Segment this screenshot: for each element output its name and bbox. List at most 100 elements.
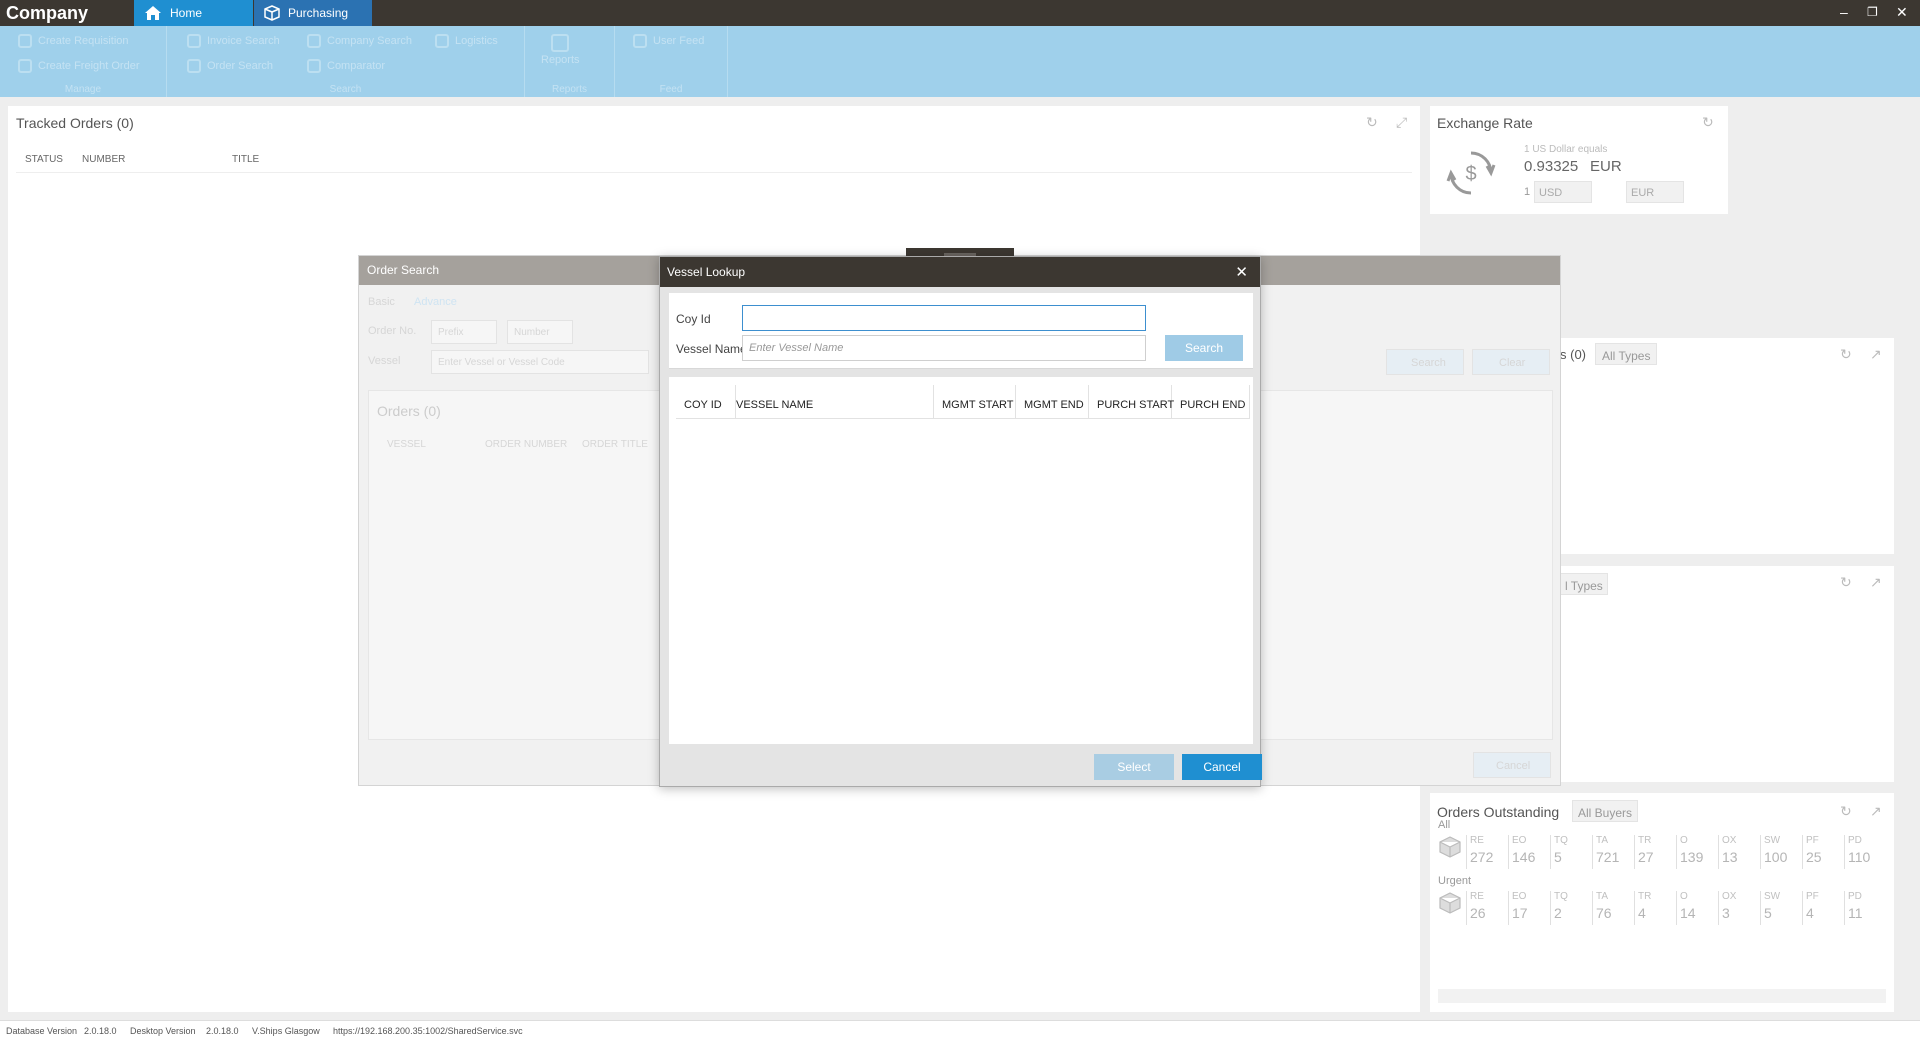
status-code-label: PF (1806, 891, 1819, 902)
create-requisition-button[interactable]: Create Requisition (18, 34, 129, 48)
select-button[interactable]: Select (1094, 754, 1174, 780)
from-currency-select[interactable]: USD (1534, 181, 1592, 203)
status-count-link[interactable]: 5 (1764, 905, 1772, 921)
exchange-rate-panel: Exchange Rate ↻ $ 1 US Dollar equals 0.9… (1430, 106, 1728, 214)
panel-1-title: s (0) (1560, 347, 1586, 362)
logistics-button[interactable]: Logistics (435, 34, 498, 48)
status-code-label: EO (1512, 891, 1527, 902)
invoice-search-button[interactable]: Invoice Search (187, 34, 280, 48)
refresh-icon[interactable]: ↻ (1366, 115, 1380, 129)
buyer-filter[interactable]: All Buyers (1572, 800, 1639, 822)
status-count-link[interactable]: 17 (1512, 905, 1528, 921)
to-currency-select[interactable]: EUR (1626, 181, 1684, 203)
exchange-rate-subtitle: 1 US Dollar equals (1524, 144, 1608, 155)
status-count-link[interactable]: 14 (1680, 905, 1696, 921)
order-clear-button[interactable]: Clear (1472, 349, 1550, 375)
order-search-button[interactable]: Order Search (187, 59, 273, 73)
refresh-icon[interactable]: ↻ (1840, 347, 1854, 361)
ribbon: Create Requisition Create Freight Order … (0, 26, 1920, 97)
order-search-tab-advance[interactable]: Advance (414, 296, 457, 308)
column-header-order-title[interactable]: ORDER TITLE (582, 439, 648, 450)
status-code-label: TA (1596, 835, 1609, 846)
column-header-mgmt-start[interactable]: MGMT START (934, 385, 1016, 419)
horizontal-scrollbar[interactable] (1438, 989, 1886, 1003)
panel-2-type-filter[interactable]: l Types (1560, 573, 1608, 595)
create-freight-order-button[interactable]: Create Freight Order (18, 59, 139, 73)
status-count-link[interactable]: 26 (1470, 905, 1486, 921)
package-icon (1439, 892, 1461, 914)
status-count-link[interactable]: 13 (1722, 849, 1738, 865)
tab-purchasing[interactable]: Purchasing (254, 0, 372, 26)
minimize-icon[interactable]: – (1840, 4, 1848, 20)
status-count-link[interactable]: 2 (1554, 905, 1562, 921)
refresh-icon[interactable]: ↻ (1702, 115, 1716, 129)
status-code-label: RE (1470, 835, 1484, 846)
vessel-name-input[interactable] (742, 335, 1146, 361)
order-search-tab-basic[interactable]: Basic (368, 296, 395, 308)
company-search-button[interactable]: Company Search (307, 34, 412, 48)
column-header-vessel-name[interactable]: VESSEL NAME (728, 385, 934, 419)
status-count-link[interactable]: 100 (1764, 849, 1787, 865)
tab-home[interactable]: Home (134, 0, 253, 26)
vessel-lookup-footer: Select Cancel (669, 747, 1262, 785)
column-header-order-number[interactable]: ORDER NUMBER (485, 439, 567, 450)
close-icon[interactable]: ✕ (1896, 4, 1908, 21)
status-count-link[interactable]: 272 (1470, 849, 1493, 865)
report-icon (551, 34, 570, 52)
search-icon (307, 34, 321, 48)
status-count-link[interactable]: 721 (1596, 849, 1619, 865)
column-header-title[interactable]: TITLE (232, 154, 259, 165)
expand-icon[interactable]: ⤢ (1396, 115, 1410, 129)
column-header-purch-start[interactable]: PURCH START (1089, 385, 1174, 419)
column-header-mgmt-end[interactable]: MGMT END (1016, 385, 1089, 419)
refresh-icon[interactable]: ↻ (1840, 804, 1854, 818)
orders-group-label: Urgent (1438, 875, 1472, 887)
status-code-label: TR (1638, 891, 1652, 902)
order-search-button[interactable]: Search (1386, 349, 1464, 375)
order-cancel-button[interactable]: Cancel (1473, 752, 1551, 778)
status-count-link[interactable]: 146 (1512, 849, 1535, 865)
status-code-label: OX (1722, 891, 1737, 902)
status-count-link[interactable]: 5 (1554, 849, 1562, 865)
column-header-purch-end[interactable]: PURCH END (1172, 385, 1250, 419)
open-external-icon[interactable]: ↗ (1870, 347, 1884, 361)
status-count-link[interactable]: 4 (1806, 905, 1814, 921)
restore-icon[interactable]: ❐ (1867, 5, 1878, 19)
divider (16, 172, 1412, 173)
divider (1466, 835, 1467, 869)
status-count-link[interactable]: 110 (1848, 849, 1870, 865)
open-external-icon[interactable]: ↗ (1870, 575, 1884, 589)
comparator-button[interactable]: Comparator (307, 59, 385, 73)
status-count-link[interactable]: 11 (1848, 905, 1863, 921)
column-header-number[interactable]: NUMBER (82, 154, 125, 165)
status-count-link[interactable]: 76 (1596, 905, 1612, 921)
status-code-label: O (1680, 835, 1688, 846)
status-count-link[interactable]: 3 (1722, 905, 1730, 921)
close-icon[interactable]: ✕ (1235, 263, 1248, 281)
cancel-button[interactable]: Cancel (1182, 754, 1262, 780)
divider (1466, 891, 1467, 925)
status-code-label: TR (1638, 835, 1652, 846)
divider (1802, 835, 1803, 869)
panel-1-type-filter[interactable]: All Types (1595, 343, 1658, 365)
open-external-icon[interactable]: ↗ (1870, 804, 1884, 818)
column-header-coy-id[interactable]: COY ID (676, 385, 736, 419)
coy-id-input[interactable] (742, 305, 1146, 331)
column-header-status[interactable]: STATUS (25, 154, 63, 165)
order-prefix-input[interactable]: Prefix (431, 320, 497, 344)
divider (1676, 891, 1677, 925)
divider (1508, 891, 1509, 925)
status-count-link[interactable]: 4 (1638, 905, 1646, 921)
refresh-icon[interactable]: ↻ (1840, 575, 1854, 589)
column-header-vessel[interactable]: VESSEL (387, 439, 426, 450)
ribbon-group-feed: User Feed Feed (615, 26, 728, 97)
order-number-input[interactable]: Number (507, 320, 573, 344)
status-count-link[interactable]: 25 (1806, 849, 1822, 865)
reports-button[interactable]: Reports (541, 34, 580, 66)
user-feed-button[interactable]: User Feed (633, 34, 704, 48)
status-count-link[interactable]: 27 (1638, 849, 1654, 865)
status-count-link[interactable]: 139 (1680, 849, 1703, 865)
search-button[interactable]: Search (1165, 335, 1243, 361)
status-code-label: SW (1764, 891, 1781, 902)
vessel-search-input[interactable]: Enter Vessel or Vessel Code (431, 350, 649, 374)
